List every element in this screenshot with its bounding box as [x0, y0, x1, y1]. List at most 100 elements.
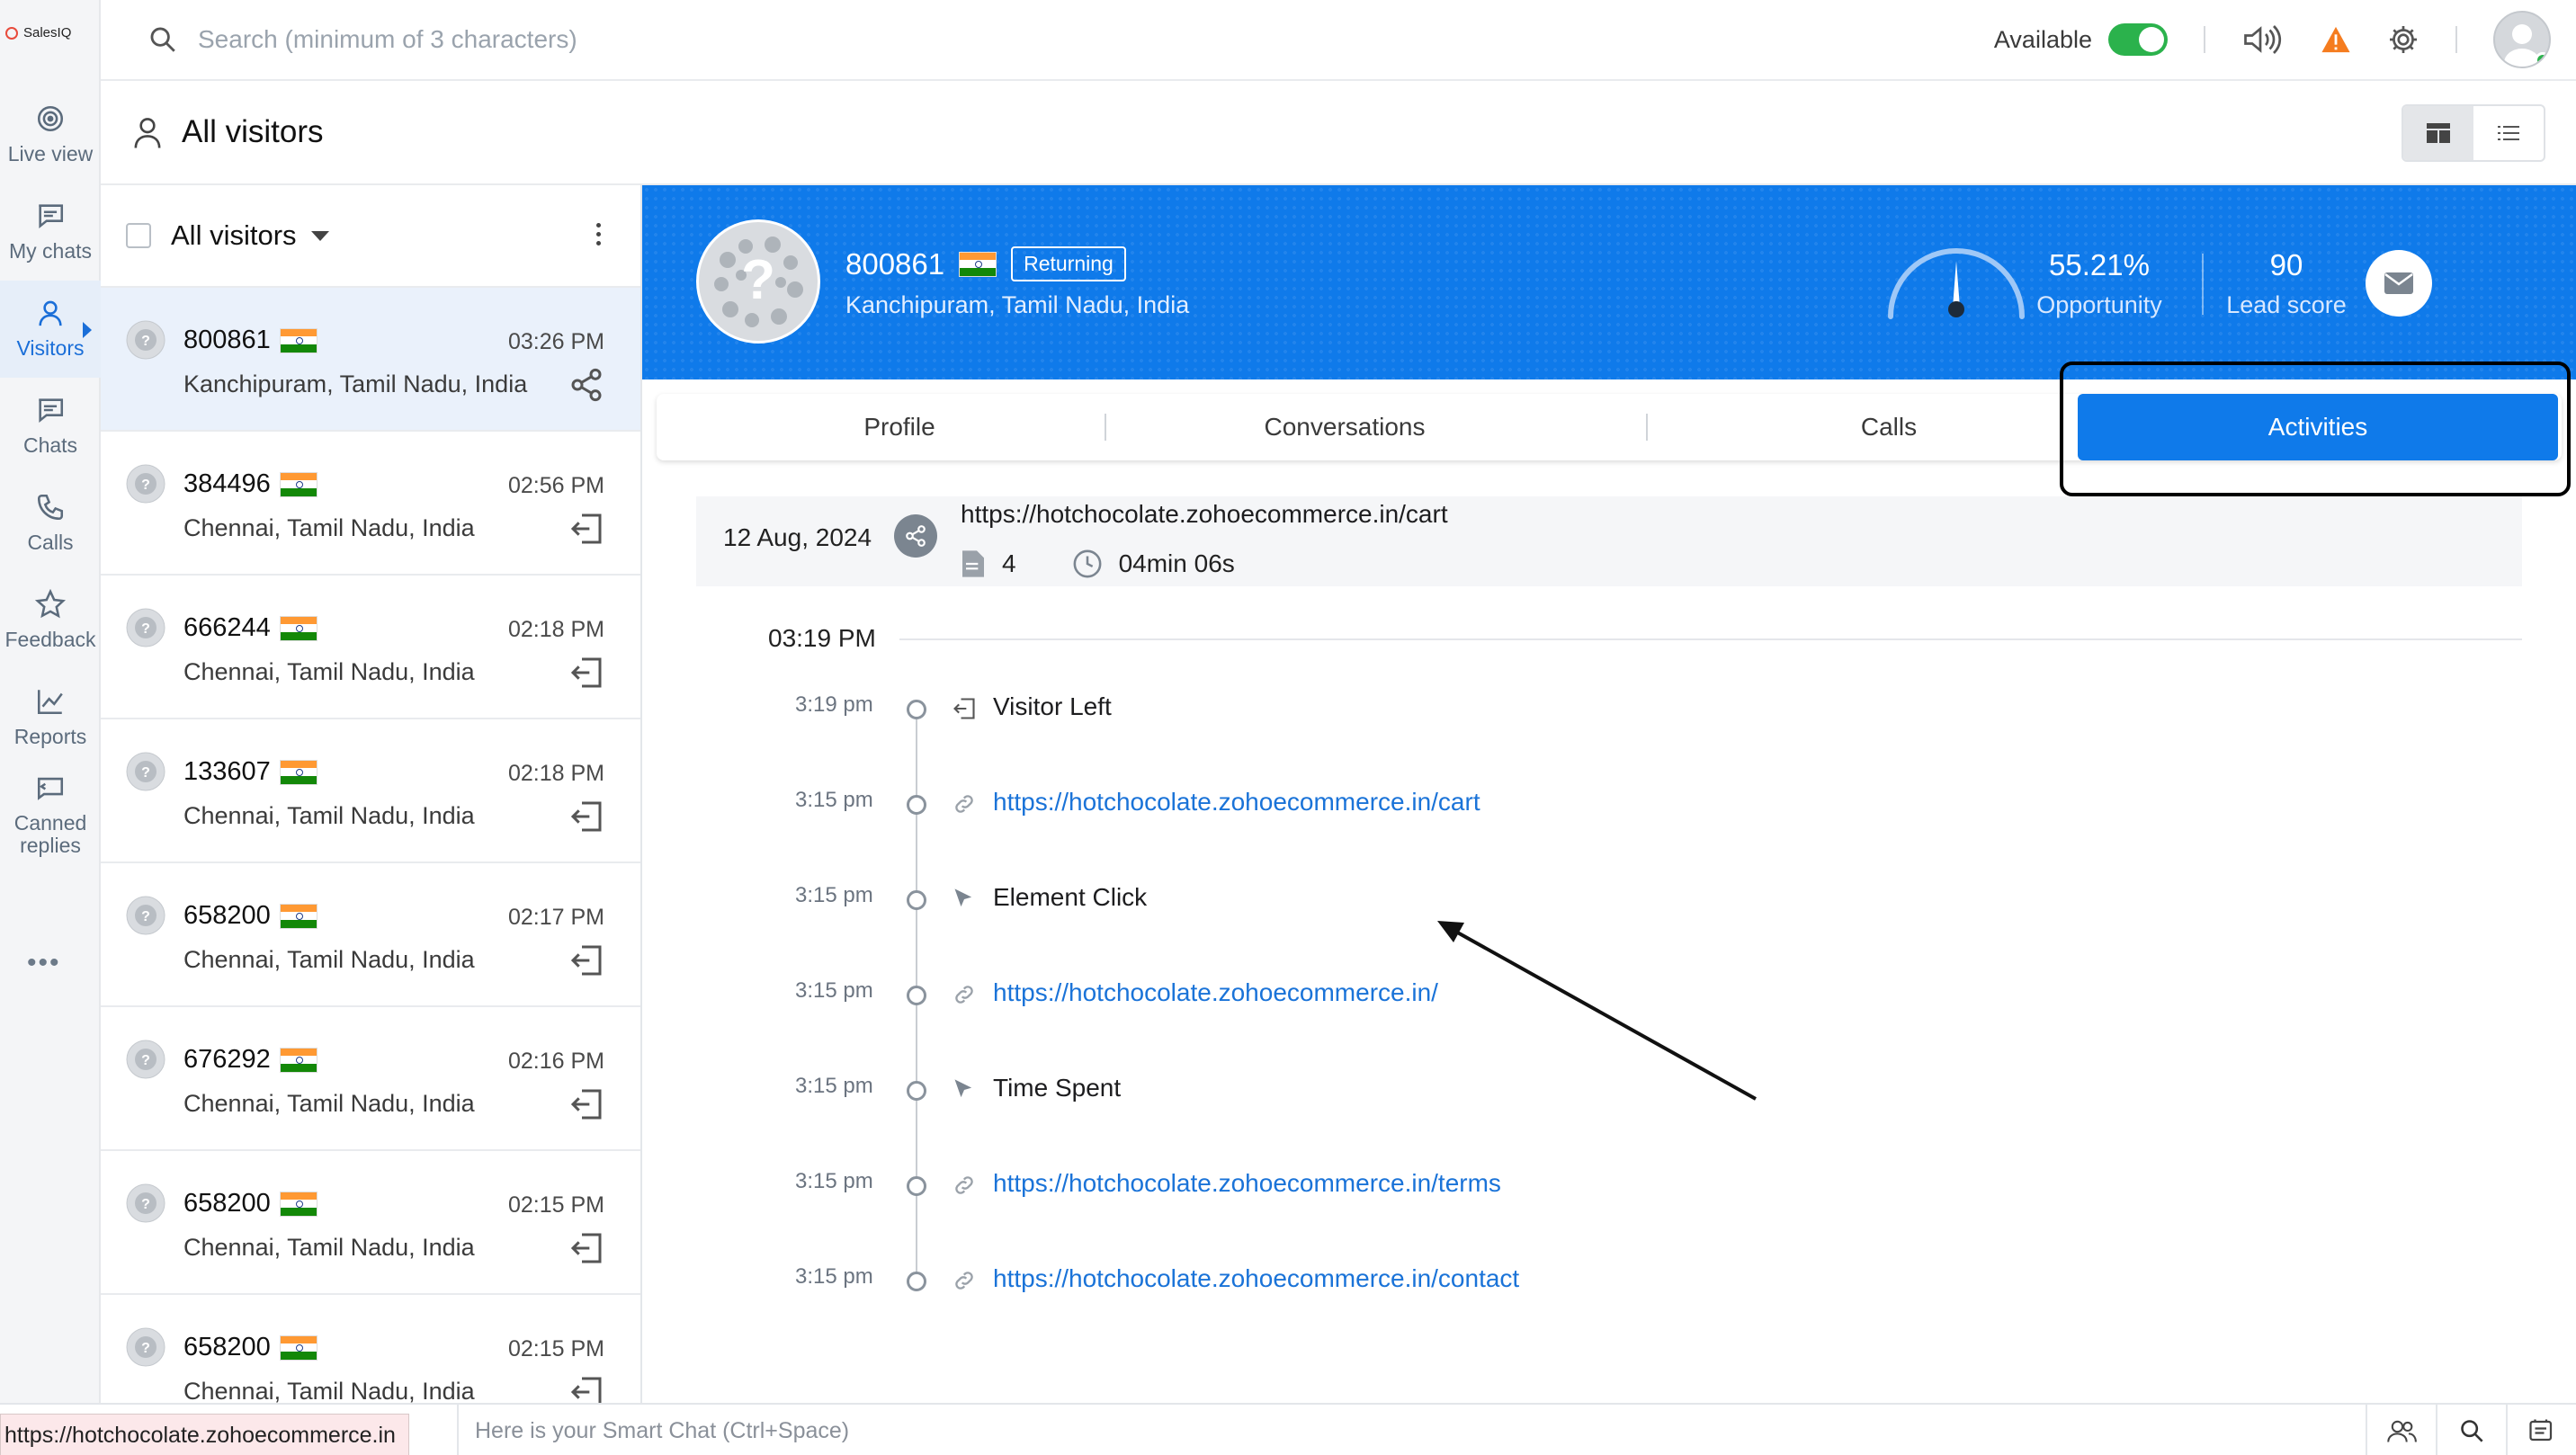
activity-time: 3:19 pm [795, 692, 873, 717]
share-button[interactable] [894, 514, 937, 558]
india-flag-icon [279, 471, 318, 497]
more-menu-button[interactable]: ••• [27, 948, 61, 978]
visitor-list-item[interactable]: ? 658200 02:15 PM Chennai, Tamil Nadu, Indi… [101, 1295, 640, 1405]
timeline-group-time: 03:19 PM [768, 624, 876, 652]
lead-score-label: Lead score [2226, 291, 2347, 318]
search-icon [2461, 1420, 2483, 1442]
availability-label: Available [1993, 25, 2092, 53]
visitor-list-item[interactable]: ? 800861 03:26 PM Kanchipuram, Tamil Nadu, … [101, 288, 640, 432]
phone-icon [35, 492, 66, 522]
visitor-banner: ? 800861 Returning Kanchipuram, Tamil Na… [642, 185, 2576, 379]
sidebar-item-label: Feedback [4, 628, 96, 652]
search-icon[interactable] [148, 24, 178, 55]
search-input[interactable] [198, 25, 827, 54]
session-summary: 12 Aug, 2024 https://hotchocolate.zohoec… [696, 496, 2522, 586]
session-page-count: 4 [1002, 549, 1016, 577]
more-options-icon[interactable] [596, 223, 601, 245]
tab-calls[interactable]: Calls [1646, 394, 2132, 460]
activity-time: 3:15 pm [795, 1074, 873, 1098]
sidebar-item-label: Visitors [16, 336, 85, 361]
online-status-dot [2535, 52, 2549, 67]
tab-profile[interactable]: Profile [657, 394, 1142, 460]
activity-link[interactable]: https://hotchocolate.zohoecommerce.in/ca… [993, 788, 1480, 817]
chats-icon [35, 395, 66, 425]
app-logo[interactable]: SalesIQ [5, 25, 71, 40]
visitor-location: Chennai, Tamil Nadu, India [183, 514, 475, 541]
india-flag-icon [279, 615, 318, 641]
grid-view-button[interactable] [2403, 106, 2473, 160]
visitor-avatar-icon: ? [126, 1327, 165, 1367]
sidebar-item-label: Chats [22, 433, 78, 458]
visitor-list-item[interactable]: ? 384496 02:56 PM Chennai, Tamil Nadu, Indi… [101, 432, 640, 576]
visitor-location: Kanchipuram, Tamil Nadu, India [845, 291, 1190, 318]
user-avatar[interactable] [2493, 11, 2551, 68]
visitor-left-icon[interactable] [568, 942, 604, 978]
sidebar-item-feedback[interactable]: Feedback [0, 572, 101, 669]
activity-event: 3:15 pm https://hotchocolate.zohoecommerc… [0, 978, 2576, 1014]
visitor-avatar: ? [696, 219, 820, 344]
chevron-down-icon[interactable] [310, 230, 329, 241]
activity-time: 3:15 pm [795, 1264, 873, 1289]
visitor-avatar-icon: ? [699, 222, 818, 341]
session-meta: 4 04min 06s [961, 549, 1235, 579]
opportunity-value: 55.21% [2049, 248, 2150, 281]
sidebar-item-visitors[interactable]: Visitors [0, 281, 101, 378]
view-toggle [2402, 104, 2545, 162]
tab-conversations[interactable]: Conversations [1106, 394, 1583, 460]
link-icon [952, 982, 977, 1007]
send-email-button[interactable] [2366, 250, 2432, 317]
mail-icon [2384, 272, 2413, 294]
visitor-id-row: 133607 [183, 757, 318, 787]
visitor-time: 02:15 PM [507, 1336, 604, 1361]
india-flag-icon [959, 251, 997, 277]
bottom-search-button[interactable] [2436, 1405, 2506, 1455]
timeline-node [907, 1081, 926, 1101]
visitor-left-icon[interactable] [568, 511, 604, 547]
visitor-id: 666244 [183, 613, 271, 642]
gear-icon[interactable] [2387, 23, 2419, 56]
session-url[interactable]: https://hotchocolate.zohoecommerce.in/ca… [961, 500, 1448, 529]
activity-link[interactable]: https://hotchocolate.zohoecommerce.in/co… [993, 1264, 1519, 1293]
sidebar-item-my-chats[interactable]: My chats [0, 183, 101, 281]
india-flag-icon [279, 1047, 318, 1073]
live-view-icon [35, 103, 66, 134]
select-all-checkbox[interactable] [126, 223, 151, 248]
activity-link[interactable]: https://hotchocolate.zohoecommerce.in/ [993, 978, 1438, 1007]
visitor-time: 02:18 PM [507, 617, 604, 642]
visitor-id: 800861 [845, 246, 945, 281]
visitor-time: 02:18 PM [507, 761, 604, 786]
smart-chat-input[interactable] [475, 1417, 1284, 1444]
visitor-left-icon[interactable] [568, 1230, 604, 1266]
link-icon [952, 1268, 977, 1293]
visitor-left-icon[interactable] [568, 655, 604, 691]
sound-icon[interactable] [2241, 24, 2285, 55]
visitor-filter-label[interactable]: All visitors [171, 219, 297, 252]
activity-event: 3:15 pm https://hotchocolate.zohoecommerc… [0, 788, 2576, 824]
svg-text:?: ? [141, 1341, 150, 1356]
top-bar: Available [101, 0, 2576, 81]
activity-link[interactable]: https://hotchocolate.zohoecommerce.in/te… [993, 1169, 1501, 1198]
sidebar-item-live-view[interactable]: Live view [0, 86, 101, 183]
timeline-node [907, 986, 926, 1005]
visitor-left-icon[interactable] [568, 1374, 604, 1405]
sidebar-item-calls[interactable]: Calls [0, 475, 101, 572]
contacts-button[interactable] [2366, 1405, 2436, 1455]
notes-icon [2529, 1419, 2553, 1442]
list-view-button[interactable] [2473, 106, 2544, 160]
notes-button[interactable] [2506, 1405, 2576, 1455]
sidebar-item-chats[interactable]: Chats [0, 378, 101, 475]
warning-icon[interactable] [2321, 25, 2351, 54]
activity-time: 3:15 pm [795, 883, 873, 907]
grid-view-icon [2427, 123, 2450, 143]
browser-status-url: https://hotchocolate.zohoecommerce.in [0, 1414, 409, 1455]
visitor-location: Chennai, Tamil Nadu, India [183, 946, 475, 973]
visitor-id: 384496 [183, 469, 271, 498]
session-duration: 04min 06s [1118, 549, 1235, 577]
timeline-node [907, 890, 926, 910]
timeline-node [907, 1272, 926, 1291]
availability-toggle[interactable] [2108, 23, 2168, 56]
activity-label: Element Click [993, 883, 1148, 911]
share-icon[interactable] [568, 367, 604, 403]
visitor-id-row: 384496 [183, 469, 318, 499]
link-icon [952, 791, 977, 817]
